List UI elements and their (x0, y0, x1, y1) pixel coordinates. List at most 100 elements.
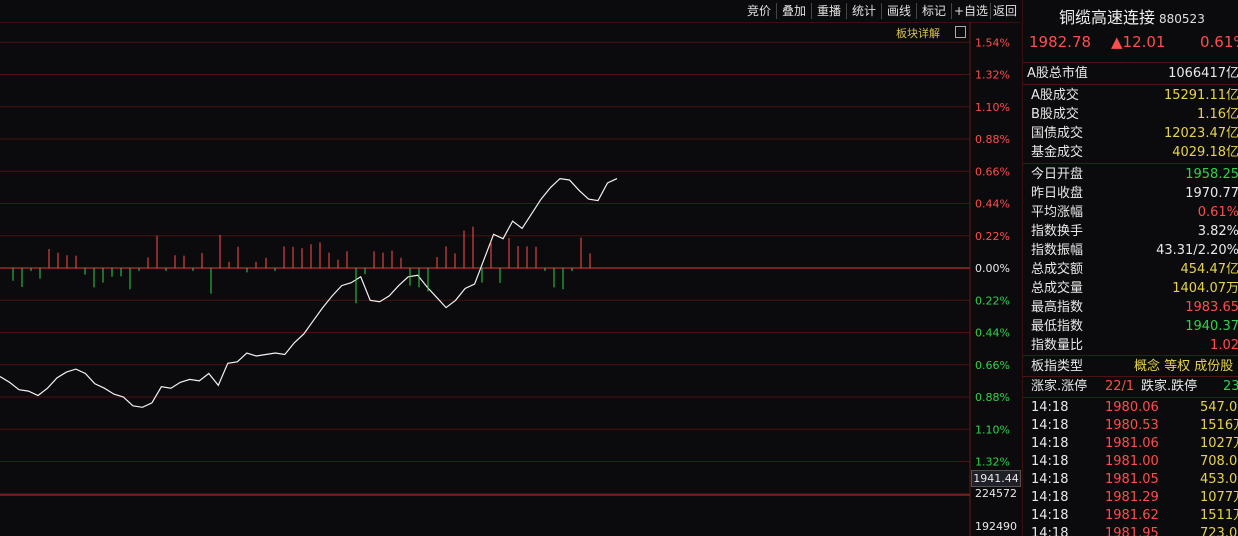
tick-time: 14:18 (1031, 490, 1069, 505)
stat-value: 15291.11亿 (1163, 88, 1238, 103)
quote-stat-row: 今日开盘 1958.25 (1023, 165, 1238, 184)
quote-stat-label: 指数振幅 (1031, 243, 1084, 258)
stat-value: 12023.47亿 (1163, 126, 1238, 141)
draw-line-button[interactable]: 画线 (882, 2, 916, 20)
tick-time: 14:18 (1031, 436, 1069, 451)
quote-stat-row: 平均涨幅 0.61% (1023, 203, 1238, 222)
tick-time: 14:18 (1031, 508, 1069, 523)
index-code: 880523 (1159, 12, 1205, 26)
up-count-value: 22/1 (1105, 379, 1135, 394)
total-cap-row: A股总市值 1066417亿 (1023, 64, 1238, 83)
overlay-button[interactable]: 叠加 (777, 2, 811, 20)
volume-max-label: 224572 (975, 487, 1017, 500)
tick-row: 14:18 1981.06 1027万 (1023, 435, 1238, 453)
y-tick-label: 0.88% (975, 133, 1010, 146)
tick-volume: 1511万 (1200, 508, 1238, 523)
y-tick-label: 1.10% (975, 423, 1010, 436)
y-tick-label: 0.22% (975, 230, 1010, 243)
tick-time: 14:18 (1031, 526, 1069, 536)
y-tick-label: 0.22% (975, 294, 1010, 307)
tick-volume: 1516万 (1200, 418, 1238, 433)
quote-stat-label: 总成交量 (1031, 281, 1084, 296)
tick-time: 14:18 (1031, 400, 1069, 415)
y-tick-label: 1.32% (975, 456, 1010, 469)
tick-row: 14:18 1981.05 453.07万 (1023, 471, 1238, 489)
add-watchlist-button[interactable]: +自选 (952, 2, 990, 20)
quote-stat-label: 指数量比 (1031, 338, 1084, 353)
index-change-pct: 0.61% (1200, 33, 1238, 51)
quote-stat-label: 平均涨幅 (1031, 205, 1084, 220)
quote-stat-label: 总成交额 (1031, 262, 1084, 277)
breadth-row: 涨家.涨停 22/1 跌家.跌停 23/0 (1023, 377, 1238, 396)
index-change: ▲12.01 (1111, 33, 1166, 51)
index-type-row: 板指类型 概念 等权 成份股 (1023, 357, 1238, 376)
quote-stat-label: 今日开盘 (1031, 167, 1084, 182)
down-count-label: 跌家.跌停 (1141, 379, 1198, 394)
tick-row: 14:18 1981.00 708.07万 (1023, 453, 1238, 471)
quote-stat-row: 昨日收盘 1970.77 (1023, 184, 1238, 203)
replay-button[interactable]: 重播 (812, 2, 846, 20)
quote-stat-row: 指数量比 1.02 (1023, 336, 1238, 355)
index-price: 1982.78 (1029, 33, 1092, 51)
quote-stat-value: 0.61% (1197, 205, 1238, 220)
tick-price: 1980.53 (1105, 418, 1159, 433)
mark-button[interactable]: 标记 (917, 2, 951, 20)
stat-label: 国债成交 (1031, 126, 1084, 141)
index-price-line (0, 177, 618, 408)
tick-time: 14:18 (1031, 472, 1069, 487)
tick-price: 1981.29 (1105, 490, 1159, 505)
stats-button[interactable]: 统计 (847, 2, 881, 20)
quote-stat-label: 昨日收盘 (1031, 186, 1084, 201)
index-type-values[interactable]: 概念 等权 成份股 (1134, 357, 1233, 376)
quote-stat-label: 最低指数 (1031, 319, 1084, 334)
tick-row: 14:18 1980.53 1516万 (1023, 417, 1238, 435)
current-price-box: 1941.44 (971, 470, 1021, 487)
market-stat-row: 国债成交 12023.47亿 (1023, 124, 1238, 143)
tick-price: 1981.06 (1105, 436, 1159, 451)
quote-stat-row: 指数换手 3.82% (1023, 222, 1238, 241)
quote-stat-value: 454.47亿 (1180, 262, 1238, 277)
tick-volume: 708.07万 (1200, 454, 1238, 469)
intraday-chart[interactable]: 1.54% 1.32% 1.10% 0.88% 0.66% 0.44% 0.22% 0.00%… (0, 22, 1020, 536)
y-tick-label: 1.10% (975, 101, 1010, 114)
stat-label: 基金成交 (1031, 145, 1084, 160)
y-tick-label: 0.88% (975, 391, 1010, 404)
y-tick-label: 0.44% (975, 327, 1010, 340)
tick-volume: 453.07万 (1200, 472, 1238, 487)
y-tick-label: 1.54% (975, 36, 1010, 49)
tick-volume: 1077万 (1200, 490, 1238, 505)
stat-label: A股成交 (1031, 88, 1079, 103)
y-tick-label: 0.44% (975, 198, 1010, 211)
quote-stat-row: 总成交额 454.47亿 (1023, 260, 1238, 279)
market-stat-row: B股成交 1.16亿 (1023, 105, 1238, 124)
volume-mid-label: 192490 (975, 520, 1017, 533)
y-tick-label: 0.00% (975, 262, 1010, 275)
stat-value: 4029.18亿 (1172, 145, 1238, 160)
market-stat-row: 基金成交 4029.18亿 (1023, 143, 1238, 162)
quote-stat-value: 1970.77 (1185, 186, 1238, 201)
tick-row: 14:18 1981.29 1077万 (1023, 489, 1238, 507)
index-title: 铜缆高速连接 880523 (1059, 4, 1205, 28)
quote-stat-row: 总成交量 1404.07万 (1023, 279, 1238, 298)
divider (1023, 84, 1238, 85)
tick-price: 1981.95 (1105, 526, 1159, 536)
divider (1023, 355, 1238, 356)
divider (1023, 62, 1238, 63)
quote-stat-value: 1940.37 (1185, 319, 1238, 334)
up-count-label: 涨家.涨停 (1031, 379, 1088, 394)
quote-stat-label: 最高指数 (1031, 300, 1084, 315)
quote-stat-value: 43.31/2.20% (1156, 243, 1238, 258)
tick-volume: 1027万 (1200, 436, 1238, 451)
chart-toolbar: 竞价 叠加 重播 统计 画线 标记 +自选 返回 (0, 0, 1020, 23)
tick-price: 1981.05 (1105, 472, 1159, 487)
tick-row: 14:18 1981.95 723.07万 (1023, 525, 1238, 536)
tick-price: 1981.62 (1105, 508, 1159, 523)
index-name: 铜缆高速连接 (1059, 8, 1156, 27)
down-count-value: 23/0 (1223, 379, 1238, 394)
back-button[interactable]: 返回 (990, 2, 1020, 20)
quote-stat-value: 1958.25 (1185, 167, 1238, 182)
tick-price: 1981.00 (1105, 454, 1159, 469)
index-type-label: 板指类型 (1031, 359, 1084, 374)
auction-button[interactable]: 竞价 (742, 2, 776, 20)
quote-stat-row: 最低指数 1940.37 (1023, 317, 1238, 336)
